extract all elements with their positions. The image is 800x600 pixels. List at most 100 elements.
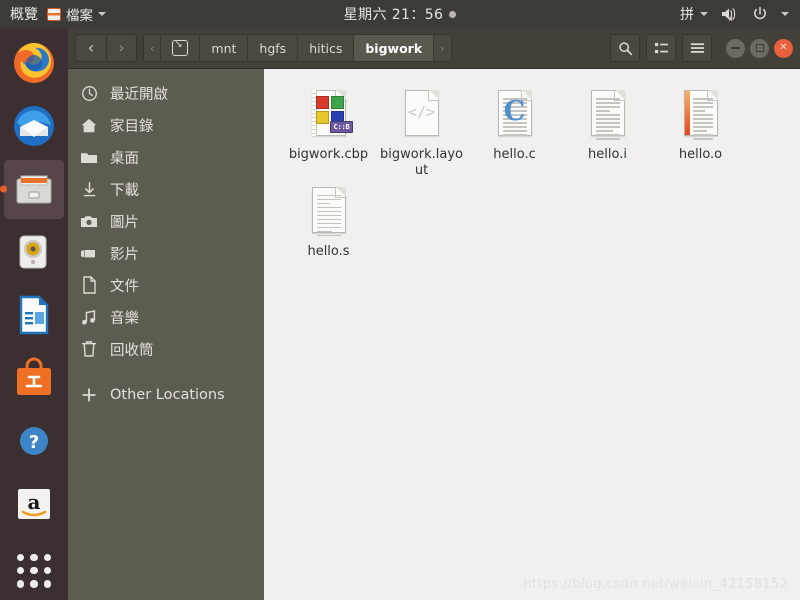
menu-button[interactable]	[682, 34, 712, 62]
sidebar-item-other-locations[interactable]: Other Locations	[68, 379, 264, 411]
minimize-button[interactable]	[726, 38, 745, 58]
top-bar-right: 拼	[680, 4, 800, 24]
dock-item-thunderbird[interactable]	[4, 97, 64, 156]
watermark: https://blog.csdn.net/weixin_42158152	[523, 577, 788, 592]
activities-button[interactable]: 概覽	[10, 4, 38, 24]
chevron-down-icon	[700, 12, 708, 16]
maximize-button[interactable]	[750, 38, 769, 58]
dock-item-firefox[interactable]	[4, 34, 64, 93]
app-menu-button[interactable]: 檔案	[47, 4, 106, 24]
breadcrumb-segment-hitics[interactable]: hitics	[298, 35, 355, 61]
sidebar-item-videos[interactable]: 影片	[68, 237, 264, 269]
files-manager-icon	[16, 175, 52, 204]
sidebar-item-label: 家目錄	[110, 118, 154, 135]
chevron-down-icon[interactable]	[781, 12, 789, 16]
file-item[interactable]: C::B bigwork.cbp	[282, 83, 375, 180]
libreoffice-impress-icon	[19, 295, 49, 335]
sidebar-item-desktop[interactable]: 桌面	[68, 141, 264, 173]
file-item[interactable]: </> bigwork.layout	[375, 83, 468, 180]
sidebar-item-label: 下載	[110, 182, 139, 199]
chevron-right-icon: ›	[118, 38, 125, 57]
gnome-top-bar: 概覽 檔案 星期六 21：56 拼	[0, 0, 800, 28]
breadcrumb-overflow-right[interactable]: ›	[434, 35, 451, 61]
text-document-icon	[305, 186, 353, 238]
file-browser-area[interactable]: C::B bigwork.cbp </> bigwork.layout C he…	[264, 69, 800, 600]
back-button[interactable]: ‹	[75, 34, 106, 62]
breadcrumb-segment-bigwork[interactable]: bigwork	[354, 35, 435, 61]
plus-icon	[68, 387, 110, 403]
codeblocks-project-icon: C::B	[305, 89, 353, 141]
sidebar-item-trash[interactable]: 回收筒	[68, 333, 264, 365]
dock-item-help[interactable]: ?	[4, 411, 64, 470]
c-glyph: C	[503, 96, 526, 127]
close-button[interactable]: ✕	[774, 38, 793, 58]
breadcrumb-overflow-left[interactable]: ‹	[144, 35, 162, 61]
minimize-icon	[731, 47, 740, 49]
sidebar-item-label: Other Locations	[110, 387, 225, 403]
forward-button[interactable]: ›	[106, 34, 137, 62]
sidebar-item-label: 桌面	[110, 150, 139, 167]
dock-item-libreoffice-impress[interactable]	[4, 286, 64, 345]
xml-code-file-icon: </>	[398, 89, 446, 141]
file-label: hello.c	[493, 147, 536, 162]
file-manager-window: ‹ › ‹ mnt hgfs hitics bigwork ›	[68, 28, 800, 600]
sidebar-item-recent[interactable]: 最近開啟	[68, 77, 264, 109]
file-label: bigwork.layout	[380, 147, 463, 179]
video-icon	[68, 247, 110, 260]
file-item[interactable]: hello.i	[561, 83, 654, 180]
breadcrumb-segment-mnt[interactable]: mnt	[200, 35, 249, 61]
breadcrumb-segment-hgfs[interactable]: hgfs	[248, 35, 299, 61]
code-glyph: </>	[407, 103, 436, 121]
places-sidebar: 最近開啟 家目錄 桌面 下載 圖片 影片 文件 音樂 回收筒 Other Loc…	[68, 69, 264, 600]
file-item[interactable]: hello.s	[282, 180, 375, 260]
folder-icon	[68, 150, 110, 165]
ime-label: 拼	[680, 7, 694, 23]
sidebar-item-home[interactable]: 家目錄	[68, 109, 264, 141]
dock-item-rhythmbox[interactable]	[4, 223, 64, 282]
dock-item-amazon[interactable]: a	[4, 474, 64, 533]
file-item[interactable]: C hello.c	[468, 83, 561, 180]
close-icon: ✕	[779, 42, 788, 53]
sidebar-item-label: 影片	[110, 246, 139, 263]
breadcrumb: ‹ mnt hgfs hitics bigwork ›	[143, 34, 452, 62]
music-icon	[68, 309, 110, 326]
window-body: 最近開啟 家目錄 桌面 下載 圖片 影片 文件 音樂 回收筒 Other Loc…	[68, 69, 800, 600]
breadcrumb-device-button[interactable]	[161, 35, 201, 61]
ubuntu-launcher-dock: ? a	[0, 28, 68, 600]
clock-label: 星期六 21：56	[343, 7, 444, 23]
volume-muted-icon[interactable]	[721, 6, 739, 22]
input-method-button[interactable]: 拼	[680, 4, 708, 24]
svg-text:?: ?	[29, 432, 39, 453]
sidebar-item-downloads[interactable]: 下載	[68, 173, 264, 205]
clock-icon	[68, 85, 110, 102]
chevron-down-icon	[98, 12, 106, 16]
dock-item-show-applications[interactable]	[4, 537, 64, 596]
file-grid: C::B bigwork.cbp </> bigwork.layout C he…	[282, 83, 790, 260]
rhythmbox-icon	[19, 235, 47, 269]
sidebar-item-label: 音樂	[110, 310, 139, 327]
power-icon[interactable]	[752, 6, 768, 22]
sidebar-item-label: 圖片	[110, 214, 139, 231]
dock-item-files[interactable]	[4, 159, 64, 219]
document-icon	[68, 276, 110, 294]
files-icon	[47, 7, 61, 21]
file-item[interactable]: hello.o	[654, 83, 747, 180]
sidebar-item-music[interactable]: 音樂	[68, 301, 264, 333]
app-menu-label: 檔案	[66, 8, 93, 24]
file-label: hello.i	[588, 147, 627, 162]
hamburger-menu-icon	[690, 43, 704, 53]
amazon-icon: a	[18, 488, 50, 519]
view-toggle-button[interactable]	[646, 34, 676, 62]
clock-button[interactable]: 星期六 21：56	[280, 4, 520, 24]
dock-item-ubuntu-software[interactable]	[4, 348, 64, 407]
sidebar-item-label: 文件	[110, 278, 139, 295]
list-view-icon	[654, 42, 668, 53]
download-icon	[68, 181, 110, 198]
remote-drive-icon	[172, 38, 189, 56]
sidebar-item-pictures[interactable]: 圖片	[68, 205, 264, 237]
text-document-icon	[584, 89, 632, 141]
home-icon	[68, 117, 110, 134]
search-button[interactable]	[610, 34, 640, 62]
sidebar-item-documents[interactable]: 文件	[68, 269, 264, 301]
window-controls: ✕	[726, 38, 793, 58]
